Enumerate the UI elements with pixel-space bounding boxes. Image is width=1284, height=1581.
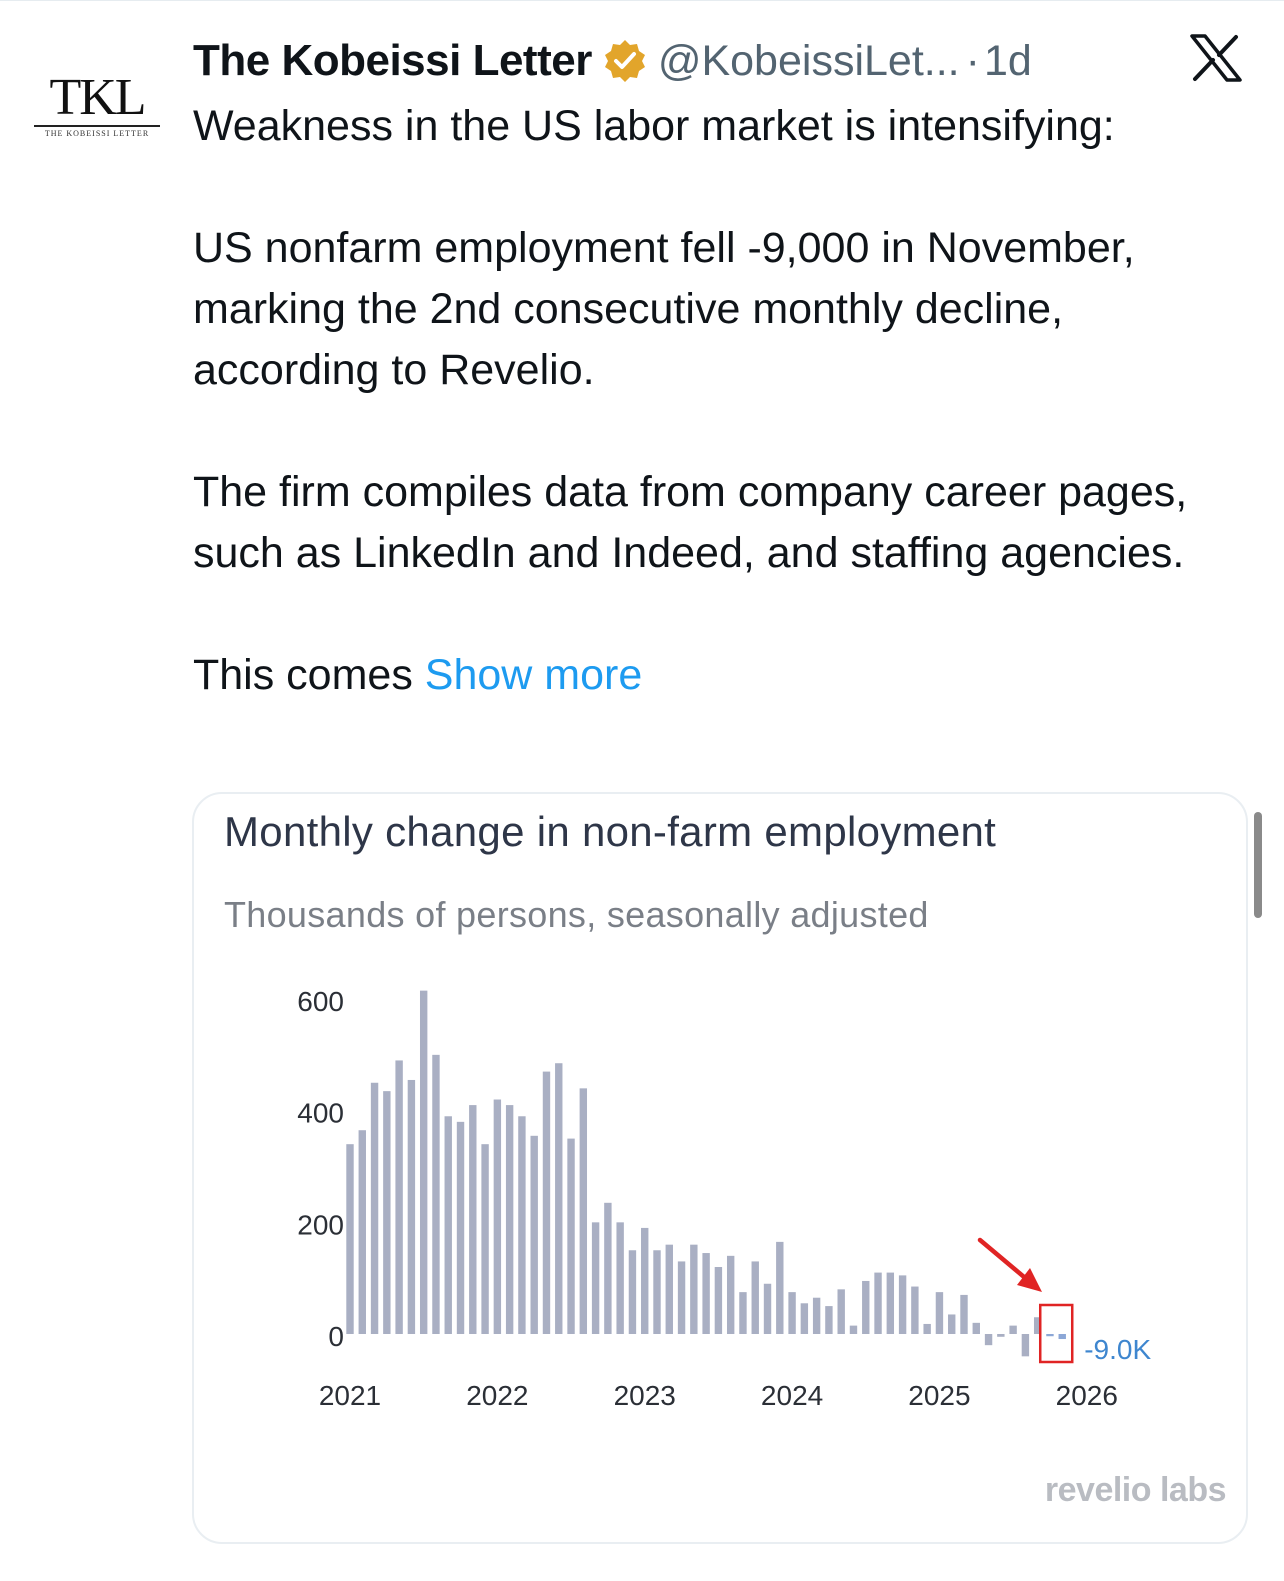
- bar: [812, 1297, 821, 1334]
- bar: [1009, 1325, 1017, 1334]
- tweet-paragraph: US nonfarm employment fell -9,000 in Nov…: [193, 224, 1135, 394]
- bar: [898, 1275, 907, 1334]
- tweet-paragraph-truncated: This comes Show more: [193, 645, 1253, 706]
- bar: [444, 1116, 452, 1334]
- bar: [493, 1099, 502, 1334]
- bar: [800, 1303, 809, 1334]
- bar: [653, 1250, 661, 1334]
- revelio-labs-logo: revelio labs: [1044, 1471, 1227, 1509]
- bar: [960, 1294, 968, 1334]
- bar: [591, 1222, 600, 1334]
- bar: [714, 1267, 723, 1334]
- bar: [997, 1334, 1005, 1337]
- bar: [469, 1105, 477, 1334]
- bar: [726, 1255, 735, 1334]
- bar: [1046, 1334, 1054, 1337]
- bar: [530, 1135, 538, 1334]
- y-tick-label: 400: [297, 1098, 344, 1129]
- bar: [346, 1144, 354, 1334]
- bar: [456, 1121, 465, 1334]
- avatar-rule: [34, 125, 160, 127]
- bar: [604, 1202, 612, 1334]
- x-tick-label: 2021: [319, 1380, 381, 1411]
- avatar[interactable]: TKL THE KOBEISSI LETTER: [32, 72, 162, 140]
- avatar-monogram: TKL: [49, 69, 146, 126]
- bar: [763, 1283, 772, 1334]
- bar: [518, 1116, 526, 1334]
- bar: [370, 1082, 379, 1334]
- bar: [383, 1091, 391, 1334]
- bar: [579, 1088, 588, 1334]
- bar-chart: 600 400 200 0 2021 2022 2023 2024 2025 2026 -9.0K: [297, 986, 1151, 1411]
- bar: [542, 1071, 551, 1334]
- y-tick-label: 0: [328, 1321, 344, 1352]
- x-tick-label: 2025: [908, 1380, 970, 1411]
- y-tick-label: 200: [297, 1209, 344, 1240]
- annotation-box: [1038, 1303, 1074, 1364]
- bar: [419, 990, 428, 1334]
- bar: [948, 1314, 956, 1334]
- x-tick-label: 2022: [466, 1380, 528, 1411]
- bar: [690, 1244, 698, 1334]
- bar: [628, 1250, 637, 1334]
- annotation-arrow: [977, 1237, 1033, 1285]
- bar: [677, 1261, 686, 1334]
- truncated-text: This comes: [193, 651, 413, 699]
- verified-badge-icon: [604, 40, 645, 82]
- bar: [702, 1253, 710, 1334]
- bar: [788, 1292, 796, 1334]
- show-more-link[interactable]: Show more: [425, 651, 642, 699]
- bar: [923, 1323, 931, 1334]
- tweet-header: The Kobeissi Letter @KobeissiLet... · 1d: [193, 34, 1032, 88]
- x-tick-label: 2024: [761, 1380, 823, 1411]
- x-logo-icon[interactable]: [1190, 34, 1242, 82]
- media-card[interactable]: Monthly change in non-farm employment Th…: [192, 792, 1248, 1544]
- bar: [407, 1079, 416, 1334]
- tweet-paragraph: The firm compiles data from company care…: [193, 468, 1188, 577]
- tweet-paragraph: Weakness in the US labor market is inten…: [193, 102, 1115, 150]
- bar: [825, 1306, 833, 1334]
- bar: [358, 1130, 366, 1334]
- bar: [776, 1241, 784, 1334]
- bar: [1021, 1334, 1030, 1357]
- handle[interactable]: @KobeissiLet...: [658, 37, 960, 86]
- bar: [751, 1261, 759, 1334]
- bar: [616, 1222, 624, 1334]
- bar: [555, 1063, 563, 1334]
- bar: [984, 1334, 993, 1346]
- bar: [886, 1272, 895, 1334]
- bar: [739, 1292, 747, 1334]
- tweet-text: Weakness in the US labor market is inten…: [193, 96, 1253, 706]
- bar: [874, 1272, 882, 1334]
- bar: [505, 1105, 514, 1334]
- bar: [395, 1060, 403, 1334]
- bar: [481, 1144, 489, 1334]
- bar: [432, 1054, 440, 1334]
- bar: [665, 1244, 673, 1334]
- scrollbar[interactable]: [1254, 812, 1262, 918]
- top-divider: [0, 0, 1284, 1]
- bar: [641, 1227, 649, 1334]
- x-tick-label: 2023: [614, 1380, 676, 1411]
- y-tick-label: 600: [297, 986, 344, 1017]
- x-tick-label: 2026: [1056, 1380, 1118, 1411]
- bar: [935, 1292, 944, 1334]
- avatar-subtext: THE KOBEISSI LETTER: [44, 129, 150, 138]
- bar: [1058, 1334, 1066, 1340]
- bar: [567, 1138, 575, 1334]
- timestamp[interactable]: 1d: [984, 37, 1032, 86]
- annotation-label: -9.0K: [1084, 1334, 1151, 1365]
- bar: [972, 1322, 980, 1334]
- bar: [837, 1289, 845, 1334]
- bar: [911, 1286, 919, 1334]
- separator-dot: ·: [965, 36, 980, 85]
- display-name[interactable]: The Kobeissi Letter: [193, 36, 592, 86]
- bar: [849, 1325, 858, 1334]
- bar: [862, 1280, 870, 1334]
